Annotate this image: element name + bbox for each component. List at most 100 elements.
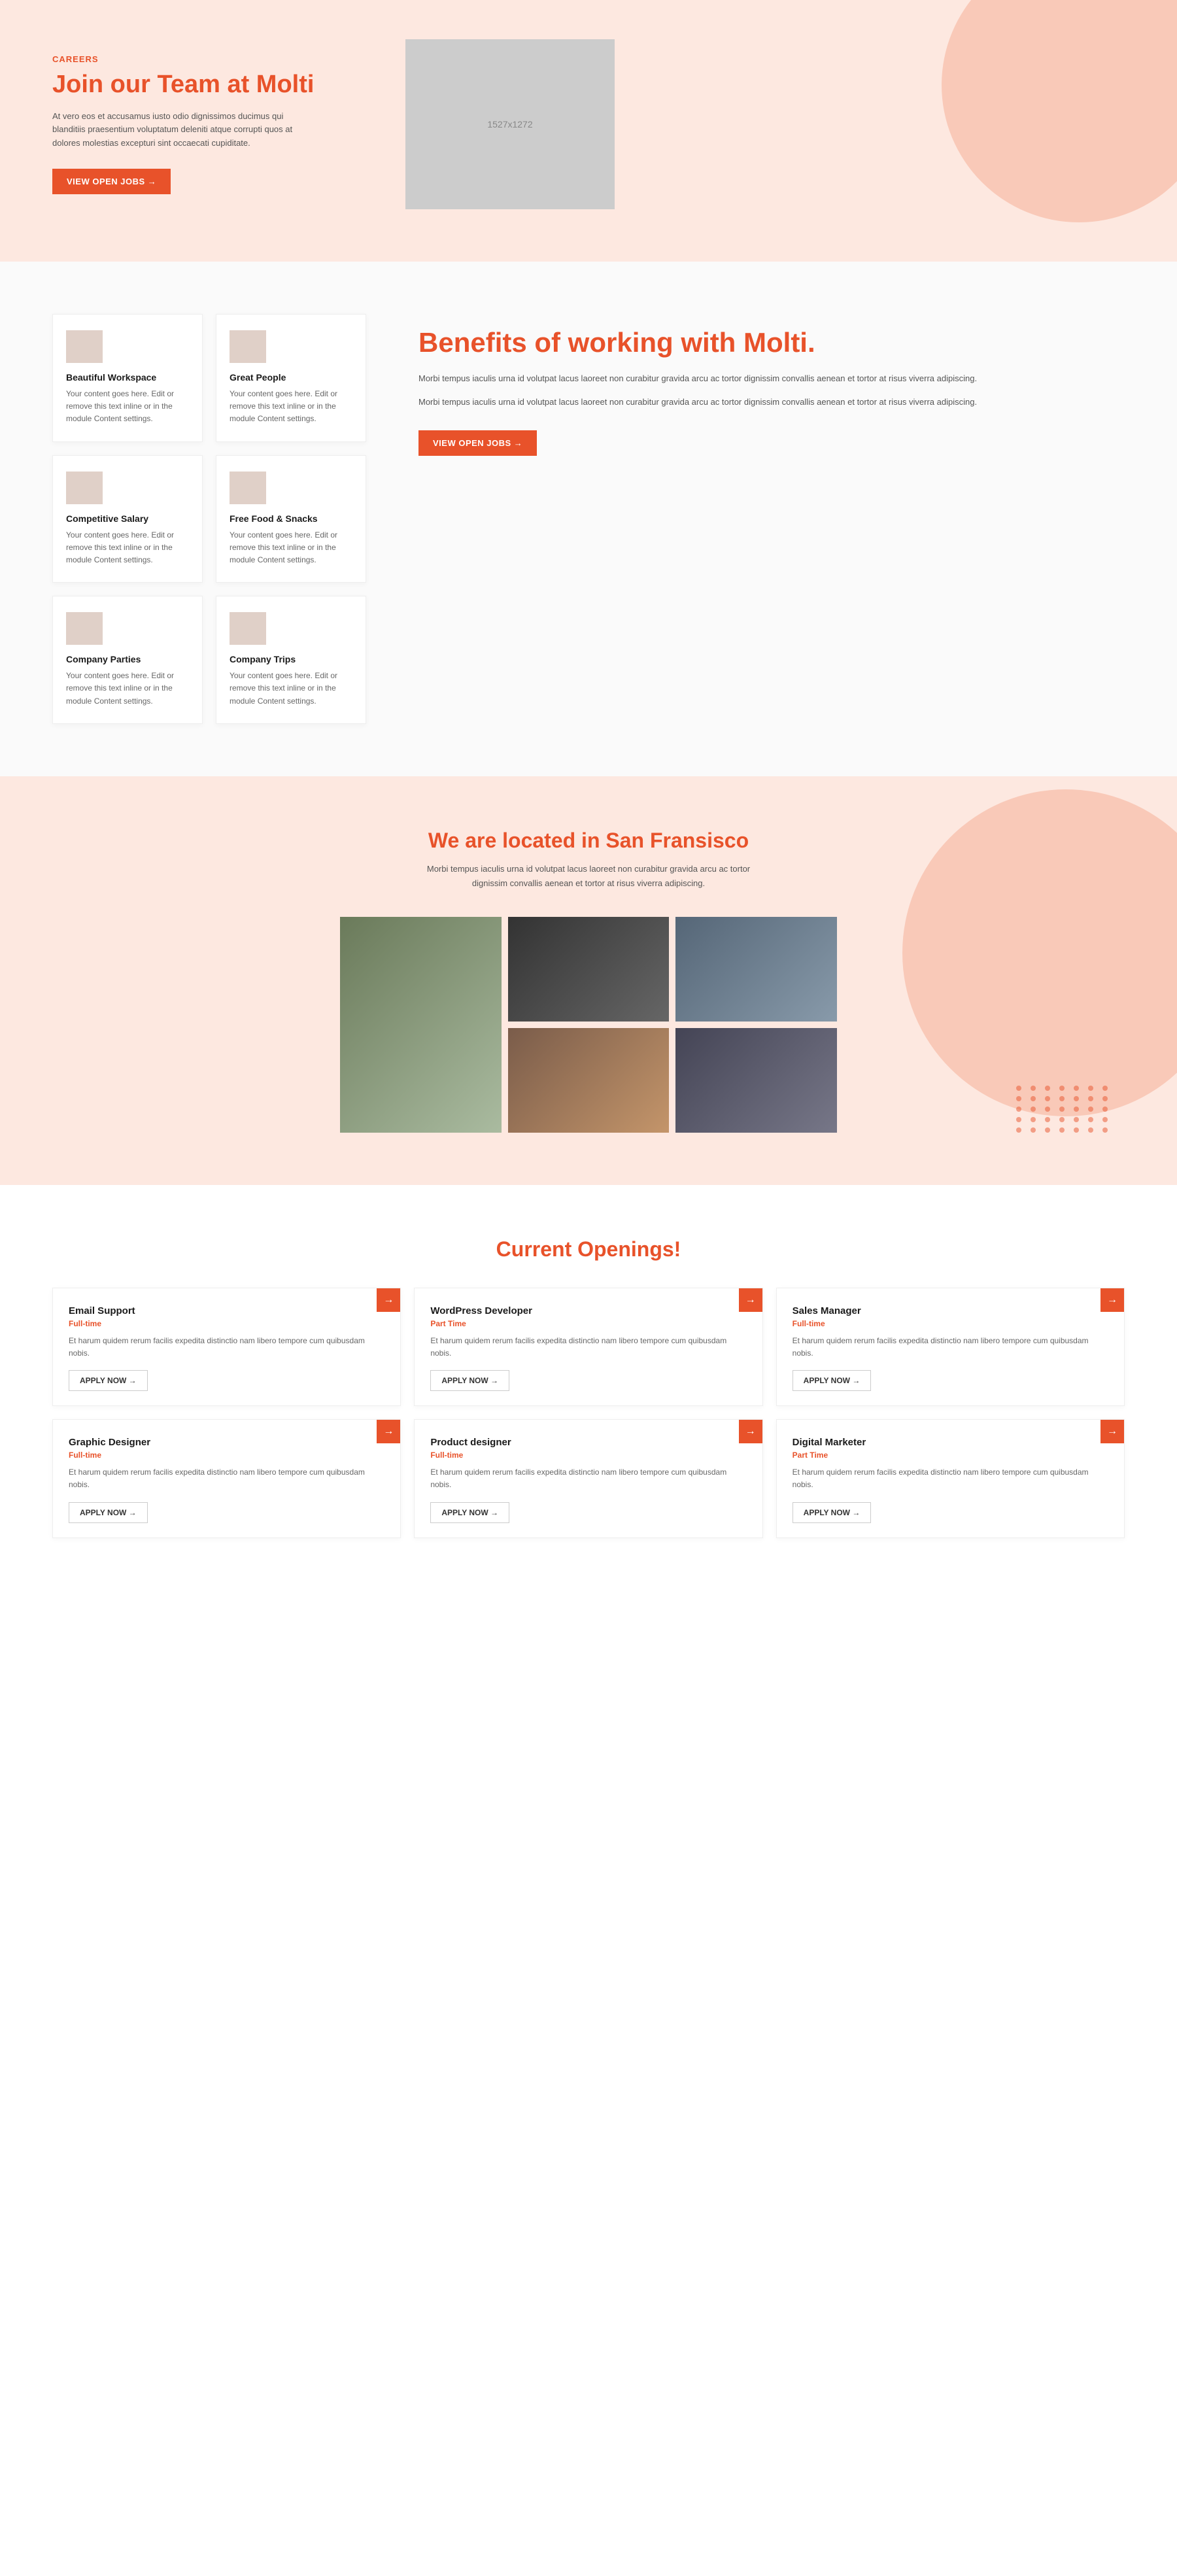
dot-0-2 [1045,1086,1050,1091]
photo-4 [508,1028,670,1133]
benefit-card-desc-2: Your content goes here. Edit or remove t… [66,529,189,567]
job-arrow-badge-0: → [377,1288,400,1312]
dot-2-2 [1045,1107,1050,1112]
benefits-text: Benefits of working with Molti. Morbi te… [392,314,1125,456]
job-type-2: Full-time [793,1319,1108,1328]
dot-4-1 [1031,1127,1036,1133]
location-title-start: We are located in [428,829,606,852]
job-type-3: Full-time [69,1451,384,1460]
benefit-card-2: Competitive Salary Your content goes her… [52,455,203,583]
benefit-card-title-0: Beautiful Workspace [66,372,189,383]
benefit-card-img-4 [66,612,103,645]
job-apply-button-3[interactable]: APPLY NOW → [69,1502,148,1523]
openings-title-start: Current [496,1237,577,1261]
job-title-4: Product designer [430,1437,746,1448]
job-type-4: Full-time [430,1451,746,1460]
job-title-3: Graphic Designer [69,1437,384,1448]
benefits-dot: . [808,327,815,358]
job-desc-1: Et harum quidem rerum facilis expedita d… [430,1335,746,1360]
job-apply-button-5[interactable]: APPLY NOW → [793,1502,872,1523]
job-desc-3: Et harum quidem rerum facilis expedita d… [69,1466,384,1491]
dot-3-2 [1045,1117,1050,1122]
benefits-cards-grid: Beautiful Workspace Your content goes he… [52,314,366,724]
hero-description: At vero eos et accusamus iusto odio dign… [52,110,301,150]
benefits-section: Beautiful Workspace Your content goes he… [0,262,1177,776]
openings-title: Current Openings! [52,1237,1125,1262]
job-desc-0: Et harum quidem rerum facilis expedita d… [69,1335,384,1360]
benefit-card-desc-5: Your content goes here. Edit or remove t… [230,670,352,708]
dot-1-1 [1031,1096,1036,1101]
benefit-card-desc-0: Your content goes here. Edit or remove t… [66,388,189,426]
photo-1 [340,917,502,1133]
hero-title-start: Join our Team at [52,71,256,98]
dot-3-6 [1102,1117,1108,1122]
benefits-desc1: Morbi tempus iaculis urna id volutpat la… [418,371,1125,386]
benefit-card-img-1 [230,330,266,363]
hero-cta-button[interactable]: VIEW OPEN JOBS → [52,169,171,194]
benefit-card-title-1: Great People [230,372,352,383]
hero-bg-circle [942,0,1177,222]
photos-grid [340,917,837,1133]
benefit-card-desc-1: Your content goes here. Edit or remove t… [230,388,352,426]
dot-1-3 [1059,1096,1065,1101]
benefit-card-img-5 [230,612,266,645]
hero-title-brand: Molti [256,71,315,98]
dot-2-3 [1059,1107,1065,1112]
hero-label: CAREERS [52,54,366,64]
dot-3-4 [1074,1117,1079,1122]
dot-4-2 [1045,1127,1050,1133]
hero-image-wrapper: 1527x1272 [405,39,615,209]
job-apply-button-1[interactable]: APPLY NOW → [430,1370,509,1391]
job-arrow-badge-4: → [739,1420,762,1443]
dot-1-6 [1102,1096,1108,1101]
job-apply-button-4[interactable]: APPLY NOW → [430,1502,509,1523]
dot-1-5 [1088,1096,1093,1101]
benefit-card-desc-3: Your content goes here. Edit or remove t… [230,529,352,567]
benefit-card-img-0 [66,330,103,363]
job-desc-4: Et harum quidem rerum facilis expedita d… [430,1466,746,1491]
dot-3-5 [1088,1117,1093,1122]
dot-4-5 [1088,1127,1093,1133]
location-description: Morbi tempus iaculis urna id volutpat la… [425,862,752,891]
benefit-card-title-5: Company Trips [230,654,352,664]
hero-content: CAREERS Join our Team at Molti At vero e… [52,54,366,194]
job-apply-button-0[interactable]: APPLY NOW → [69,1370,148,1391]
photo-3 [675,917,837,1022]
benefit-card-title-3: Free Food & Snacks [230,513,352,524]
dot-3-3 [1059,1117,1065,1122]
job-type-5: Part Time [793,1451,1108,1460]
photo-2 [508,917,670,1022]
benefit-card-title-2: Competitive Salary [66,513,189,524]
location-title: We are located in San Fransisco [52,829,1125,853]
dot-3-0 [1016,1117,1021,1122]
openings-title-highlight: Openings! [577,1237,681,1261]
benefits-title: Benefits of working with Molti. [418,327,1125,358]
benefit-card-3: Free Food & Snacks Your content goes her… [216,455,366,583]
location-section: We are located in San Fransisco Morbi te… [0,776,1177,1185]
benefit-card-desc-4: Your content goes here. Edit or remove t… [66,670,189,708]
dot-4-0 [1016,1127,1021,1133]
job-title-5: Digital Marketer [793,1437,1108,1448]
benefits-cta-button[interactable]: VIEW OPEN JOBS → [418,430,537,456]
benefit-card-title-4: Company Parties [66,654,189,664]
dot-4-3 [1059,1127,1065,1133]
benefits-title-highlight: Benefits [418,327,527,358]
dot-2-5 [1088,1107,1093,1112]
benefit-card-0: Beautiful Workspace Your content goes he… [52,314,203,442]
job-type-0: Full-time [69,1319,384,1328]
dot-2-6 [1102,1107,1108,1112]
job-arrow-badge-1: → [739,1288,762,1312]
hero-image-placeholder: 1527x1272 [405,39,615,209]
dot-2-0 [1016,1107,1021,1112]
job-title-0: Email Support [69,1305,384,1316]
dot-0-0 [1016,1086,1021,1091]
job-card-5: → Digital Marketer Part Time Et harum qu… [776,1419,1125,1537]
benefit-card-4: Company Parties Your content goes here. … [52,596,203,724]
job-card-3: → Graphic Designer Full-time Et harum qu… [52,1419,401,1537]
job-apply-button-2[interactable]: APPLY NOW → [793,1370,872,1391]
dot-1-0 [1016,1096,1021,1101]
benefits-inner: Beautiful Workspace Your content goes he… [52,314,1125,724]
job-title-2: Sales Manager [793,1305,1108,1316]
job-card-4: → Product designer Full-time Et harum qu… [414,1419,762,1537]
benefit-card-img-3 [230,472,266,504]
